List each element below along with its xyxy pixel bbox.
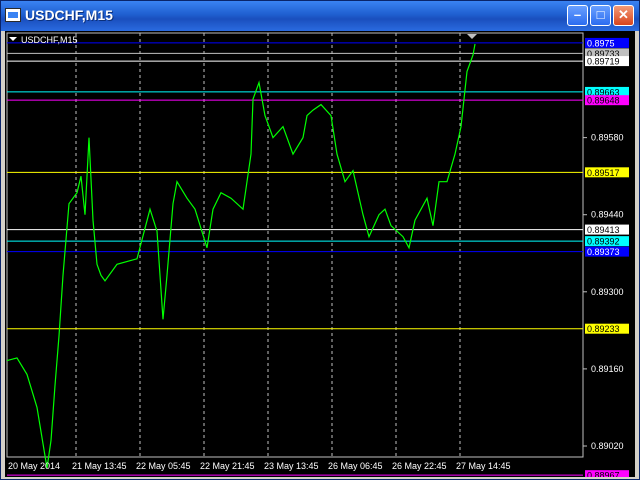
title-bar[interactable]: USDCHF,M15 – □ ✕ bbox=[1, 1, 639, 31]
price-level-label: 0.89719 bbox=[587, 57, 620, 67]
price-level-label: 0.89413 bbox=[587, 225, 620, 235]
y-axis-tick-label: 0.89440 bbox=[591, 210, 624, 220]
price-level-label: 0.89373 bbox=[587, 247, 620, 257]
x-axis-tick-label: 22 May 21:45 bbox=[200, 461, 255, 471]
price-level-label: 0.88967 bbox=[587, 471, 620, 477]
close-button[interactable]: ✕ bbox=[613, 5, 634, 26]
chart-menu-triangle-icon[interactable] bbox=[9, 37, 17, 41]
shift-marker-icon[interactable] bbox=[467, 34, 477, 39]
price-level-label: 0.89648 bbox=[587, 96, 620, 106]
chart-frame bbox=[6, 32, 584, 458]
price-chart[interactable]: 20 May 2014 21 May 13:45 22 May 05:45 22 Ma… bbox=[5, 31, 635, 477]
x-axis-tick-label: 26 May 22:45 bbox=[392, 461, 447, 471]
price-level-label: 0.89233 bbox=[587, 324, 620, 334]
minimize-icon: – bbox=[573, 7, 582, 22]
x-axis-tick-label: 22 May 05:45 bbox=[136, 461, 191, 471]
price-level-label: 0.8975 bbox=[587, 38, 615, 48]
maximize-icon: □ bbox=[596, 7, 605, 22]
price-series-line bbox=[6, 43, 476, 469]
x-axis-tick-label: 23 May 13:45 bbox=[264, 461, 319, 471]
minimize-button[interactable]: – bbox=[567, 5, 588, 26]
x-axis-tick-label: 26 May 06:45 bbox=[328, 461, 383, 471]
close-icon: ✕ bbox=[618, 7, 629, 22]
chart-area[interactable]: 20 May 2014 21 May 13:45 22 May 05:45 22 Ma… bbox=[5, 31, 635, 477]
terminal-window: USDCHF,M15 – □ ✕ 20 May 2014 21 May 13:45… bbox=[0, 0, 640, 480]
price-level-label: 0.89392 bbox=[587, 237, 620, 247]
y-axis-tick-label: 0.89300 bbox=[591, 287, 624, 297]
chart-window-icon[interactable] bbox=[5, 8, 21, 22]
x-axis-tick-label: 21 May 13:45 bbox=[72, 461, 127, 471]
y-axis-tick-label: 0.89160 bbox=[591, 364, 624, 374]
y-axis-tick-label: 0.89020 bbox=[591, 441, 624, 451]
chart-symbol-label: USDCHF,M15 bbox=[21, 35, 78, 45]
x-axis-tick-label: 20 May 2014 bbox=[8, 461, 60, 471]
window-title: USDCHF,M15 bbox=[25, 7, 113, 23]
price-level-label: 0.89517 bbox=[587, 168, 620, 178]
x-axis-tick-label: 27 May 14:45 bbox=[456, 461, 511, 471]
maximize-button[interactable]: □ bbox=[590, 5, 611, 26]
y-axis-tick-label: 0.89580 bbox=[591, 133, 624, 143]
